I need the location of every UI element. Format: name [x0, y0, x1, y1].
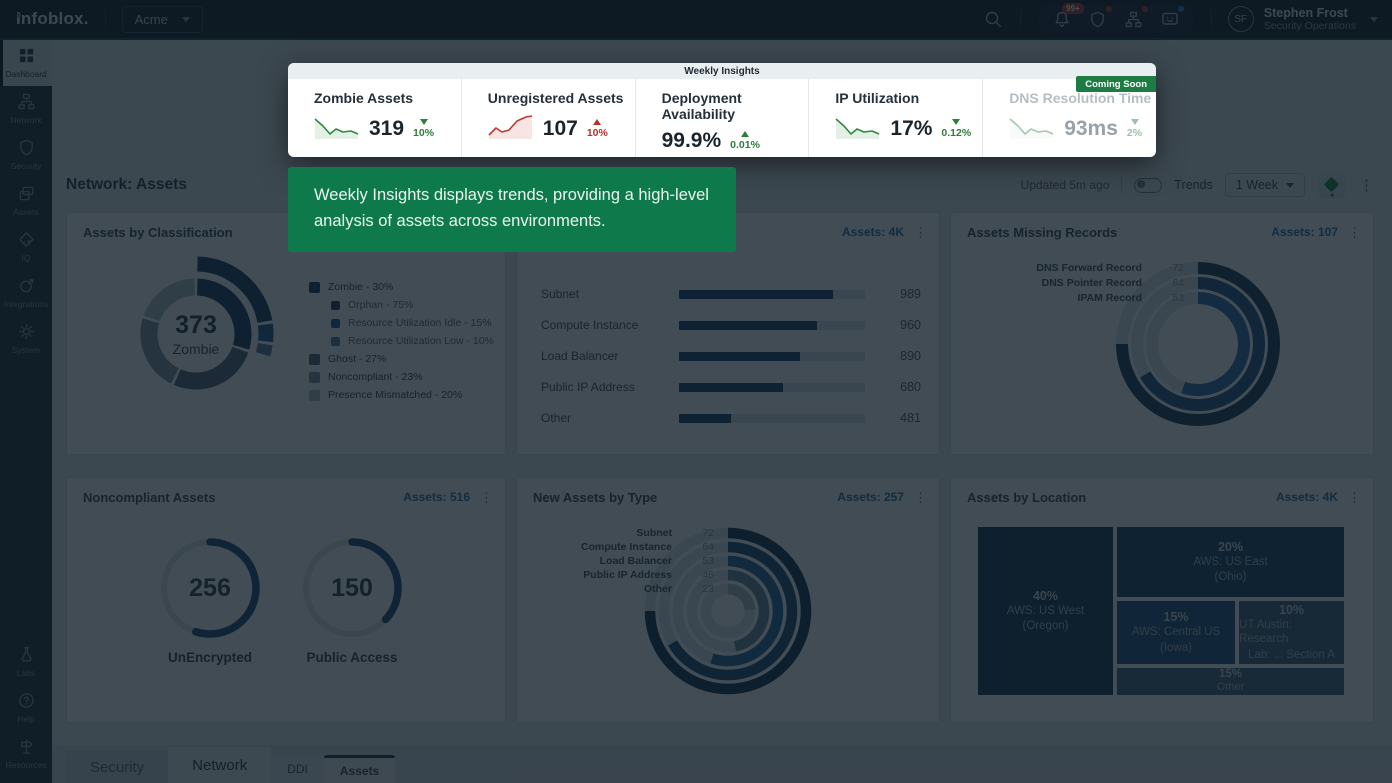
metric-delta: 0.01% [730, 131, 760, 151]
insights-tooltip: Weekly Insights displays trends, providi… [288, 167, 736, 252]
app-root: infoblox. Acme 99+ [0, 0, 1392, 783]
metric-value: 17% [890, 117, 932, 141]
metric-sparkline [835, 113, 881, 144]
arrow-down-icon [420, 119, 428, 125]
insight-metric-deployment-availability: Deployment Availability 99.9% 0.01% [635, 79, 809, 157]
metric-label: Zombie Assets [314, 90, 461, 106]
metric-delta: 10% [587, 119, 608, 139]
metric-delta: 10% [413, 119, 434, 139]
metric-sparkline [314, 113, 360, 144]
arrow-down-icon [1131, 119, 1139, 125]
metric-value: 93ms [1064, 117, 1118, 141]
metric-label: IP Utilization [835, 90, 982, 106]
metric-delta: 0.12% [941, 119, 971, 139]
metric-value: 107 [543, 117, 578, 141]
metric-delta-value: 2% [1127, 127, 1142, 139]
metric-label: DNS Resolution Time [1009, 90, 1156, 106]
metric-sparkline [488, 113, 534, 144]
coming-soon-badge: Coming Soon [1076, 76, 1156, 92]
metric-value: 99.9% [662, 129, 722, 153]
insight-metric-zombie-assets: Zombie Assets 319 10% [288, 79, 461, 157]
metric-label: Unregistered Assets [488, 90, 635, 106]
weekly-insights-panel: Weekly Insights Coming Soon Zombie Asset… [288, 63, 1156, 157]
metric-delta-value: 10% [587, 127, 608, 139]
metric-delta-value: 0.01% [730, 139, 760, 151]
metric-label: Deployment Availability [662, 90, 809, 122]
arrow-up-icon [741, 131, 749, 137]
insight-metric-unregistered-assets: Unregistered Assets 107 10% [461, 79, 635, 157]
insight-metric-ip-utilization: IP Utilization 17% 0.12% [808, 79, 982, 157]
metric-delta-value: 10% [413, 127, 434, 139]
metric-sparkline [1009, 113, 1055, 144]
metric-delta: 2% [1127, 119, 1142, 139]
weekly-insights-title: Weekly Insights [288, 63, 1156, 79]
arrow-down-icon [952, 119, 960, 125]
metric-delta-value: 0.12% [941, 127, 971, 139]
arrow-up-icon [593, 119, 601, 125]
metric-value: 319 [369, 117, 404, 141]
